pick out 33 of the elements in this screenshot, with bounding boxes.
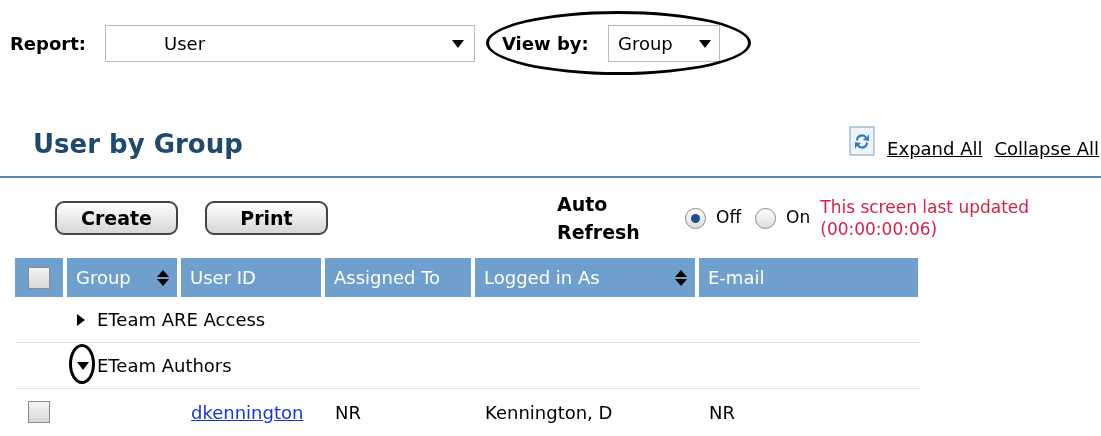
status-text: (00:00:00:06) bbox=[820, 218, 939, 240]
table-cell: NR bbox=[335, 401, 361, 423]
report-dropdown[interactable]: User bbox=[105, 25, 475, 62]
caret-icon bbox=[452, 39, 464, 48]
radio-button[interactable] bbox=[755, 207, 777, 229]
checkbox[interactable] bbox=[28, 401, 50, 423]
sort-icon[interactable] bbox=[157, 269, 169, 286]
column-header: User ID bbox=[181, 258, 321, 297]
action-button[interactable]: Print bbox=[205, 201, 328, 235]
report-label: Report: bbox=[10, 32, 87, 56]
group-label: ETeam ARE Access bbox=[97, 308, 266, 332]
auto-refresh-label: Auto Refresh bbox=[557, 192, 641, 245]
link[interactable]: Collapse All bbox=[994, 135, 1099, 162]
expand-icon[interactable] bbox=[77, 313, 85, 326]
page-title: User by Group bbox=[33, 128, 243, 161]
caret-icon bbox=[699, 39, 711, 48]
checkbox[interactable] bbox=[28, 266, 50, 289]
column-header: Assigned To bbox=[325, 258, 471, 297]
link[interactable]: Expand All bbox=[887, 135, 983, 162]
sort-icon[interactable] bbox=[675, 269, 687, 286]
table-cell: Kennington, D bbox=[485, 401, 613, 423]
user-link[interactable]: dkennington bbox=[191, 401, 304, 423]
radio-label: On bbox=[786, 206, 811, 230]
group-label: ETeam Authors bbox=[97, 354, 232, 378]
table-cell: NR bbox=[709, 401, 735, 423]
status-text: This screen last updated bbox=[820, 196, 1030, 218]
view-by-label: View by: bbox=[502, 32, 590, 56]
radio-label: Off bbox=[716, 206, 742, 230]
refresh-icon[interactable] bbox=[849, 126, 876, 156]
column-header: E-mail bbox=[699, 258, 918, 297]
view-by-dropdown[interactable]: Group bbox=[608, 25, 720, 62]
action-button[interactable]: Create bbox=[55, 201, 178, 235]
radio-button[interactable] bbox=[685, 207, 706, 229]
